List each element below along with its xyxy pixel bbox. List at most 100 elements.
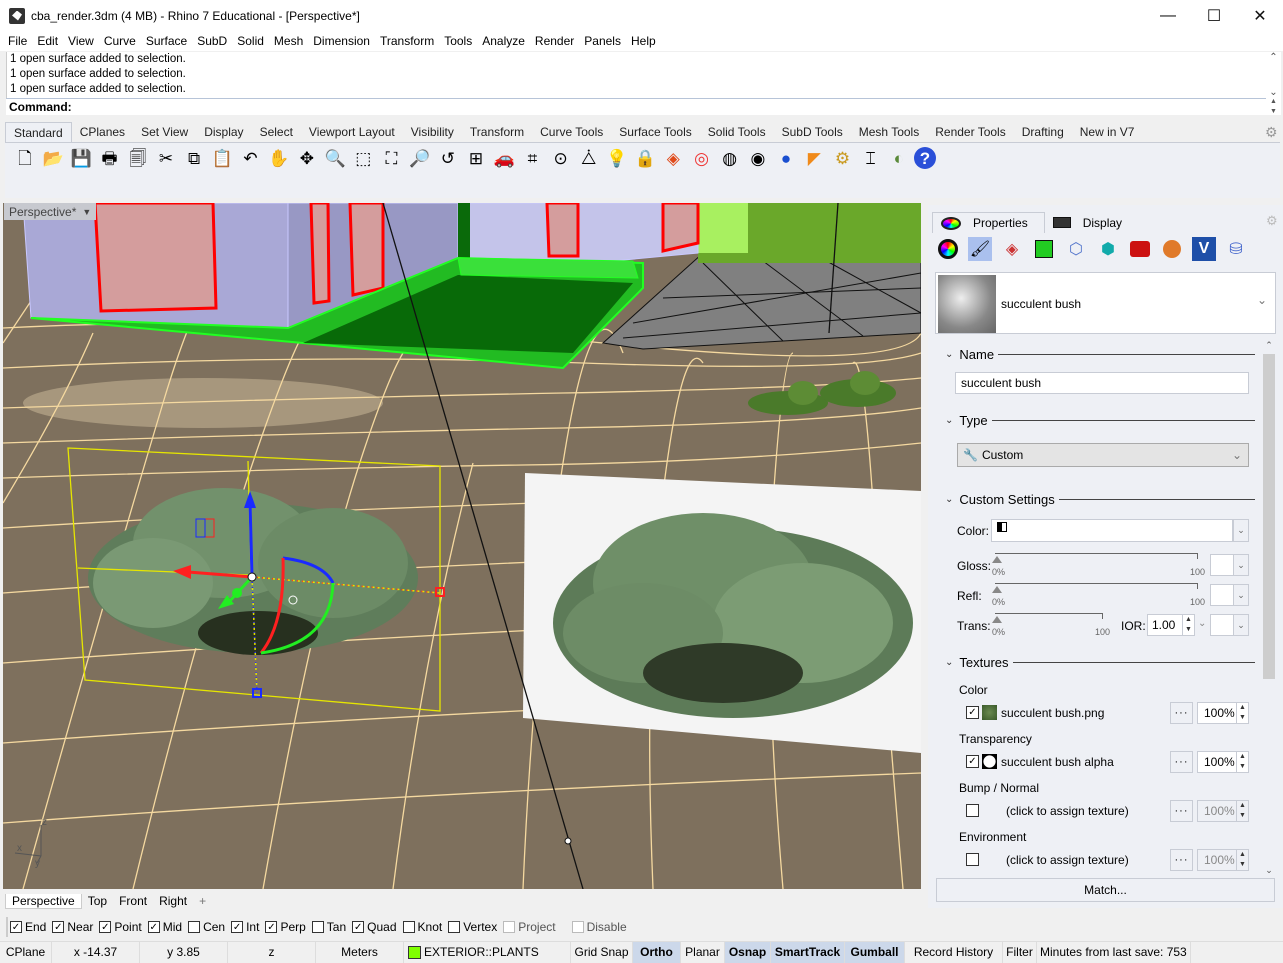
layer-icon[interactable]: ◈ bbox=[660, 146, 686, 170]
checkbox-unchecked-icon[interactable] bbox=[966, 853, 979, 866]
texture-name[interactable]: succulent bush.png bbox=[1001, 706, 1104, 720]
material-preview-selector[interactable]: succulent bush ⌄ bbox=[935, 272, 1276, 334]
osnap-cen[interactable]: Cen bbox=[188, 920, 225, 934]
texture-browse-button[interactable]: ··· bbox=[1170, 751, 1193, 773]
scroll-down-icon[interactable]: ⌄ bbox=[1262, 865, 1276, 876]
ior-spinner[interactable]: ▲ ▼ bbox=[1182, 615, 1194, 635]
color-swatch-field[interactable] bbox=[991, 519, 1233, 542]
display-mode-icon[interactable]: ◐ bbox=[886, 146, 912, 170]
viewport-tab-perspective[interactable]: Perspective bbox=[5, 893, 82, 909]
type-section-header[interactable]: ⌄ Type bbox=[945, 413, 1255, 428]
tab-solid-tools[interactable]: Solid Tools bbox=[700, 122, 774, 142]
import-icon[interactable]: 🗐 bbox=[125, 146, 151, 170]
lock-icon[interactable]: 🔒 bbox=[632, 146, 658, 170]
menu-analyze[interactable]: Analyze bbox=[477, 34, 530, 48]
cplane-indicator[interactable]: CPlane bbox=[0, 941, 52, 963]
new-icon[interactable]: 🗋 bbox=[12, 146, 38, 170]
menu-transform[interactable]: Transform bbox=[375, 34, 439, 48]
properties-objects-icon[interactable]: ⧊ bbox=[576, 146, 602, 170]
tab-render-tools[interactable]: Render Tools bbox=[927, 122, 1014, 142]
units-display[interactable]: Meters bbox=[316, 941, 404, 963]
checkbox-unchecked-icon[interactable] bbox=[966, 804, 979, 817]
menu-subd[interactable]: SubD bbox=[192, 34, 232, 48]
osnap-near[interactable]: ✓ Near bbox=[52, 920, 93, 934]
scroll-down-icon[interactable]: ⌄ bbox=[1269, 87, 1277, 98]
print-icon[interactable]: 🖶 bbox=[97, 146, 123, 170]
curve-piping-icon[interactable] bbox=[1160, 237, 1184, 261]
osnap-mid[interactable]: ✓ Mid bbox=[147, 920, 182, 934]
edge-softening-icon[interactable] bbox=[1128, 237, 1152, 261]
light-bulb-icon[interactable]: 💡 bbox=[604, 146, 630, 170]
checkbox-checked-icon[interactable]: ✓ bbox=[966, 755, 979, 768]
checkbox-checked-icon[interactable]: ✓ bbox=[52, 921, 65, 933]
zoom-extents-icon[interactable]: ⛶ bbox=[378, 146, 404, 170]
viewport-tab-top[interactable]: Top bbox=[82, 894, 113, 908]
tab-select[interactable]: Select bbox=[252, 122, 301, 142]
undo-view-icon[interactable]: ↺ bbox=[435, 146, 461, 170]
texture-amount-input[interactable]: 100% ▲ ▼ bbox=[1197, 702, 1249, 724]
scrollbar-thumb[interactable] bbox=[1263, 354, 1275, 679]
tab-cplanes[interactable]: CPlanes bbox=[72, 122, 133, 142]
gloss-dropdown-button[interactable]: ⌄ bbox=[1233, 554, 1249, 576]
material-name-input[interactable]: succulent bush bbox=[955, 372, 1249, 394]
toolbar-settings-gear-icon[interactable]: ⚙ bbox=[1265, 124, 1278, 141]
cut-icon[interactable]: ✂ bbox=[153, 146, 179, 170]
texture-browse-button[interactable]: ··· bbox=[1170, 800, 1193, 822]
osnap-knot[interactable]: Knot bbox=[402, 920, 442, 934]
slider-thumb[interactable] bbox=[992, 586, 1002, 593]
tab-viewport-layout[interactable]: Viewport Layout bbox=[301, 122, 403, 142]
checkbox-checked-icon[interactable]: ✓ bbox=[99, 921, 112, 933]
scroll-up-icon[interactable]: ⌃ bbox=[1262, 340, 1276, 351]
zoom-dynamic-icon[interactable]: 🔍 bbox=[322, 146, 348, 170]
minimize-button[interactable]: — bbox=[1145, 0, 1191, 31]
material-type-dropdown[interactable]: 🔧 Custom ⌄ bbox=[957, 443, 1249, 467]
osnap-int[interactable]: ✓ Int bbox=[231, 920, 259, 934]
checkbox-checked-icon[interactable]: ✓ bbox=[265, 921, 278, 933]
tab-visibility[interactable]: Visibility bbox=[403, 122, 462, 142]
viewport-title-tab[interactable]: Perspective* ▼ bbox=[4, 203, 97, 220]
toggle-grid-snap[interactable]: Grid Snap bbox=[571, 941, 633, 963]
amount-spinner[interactable]: ▲ ▼ bbox=[1236, 752, 1248, 772]
grid-options-icon[interactable]: ⌗ bbox=[519, 146, 545, 170]
save-icon[interactable]: 💾 bbox=[68, 146, 94, 170]
material-icon[interactable]: 🖌 bbox=[968, 237, 992, 261]
texture-name[interactable]: (click to assign texture) bbox=[1006, 804, 1129, 818]
chevron-down-icon[interactable]: ⌄ bbox=[945, 657, 953, 668]
layer-indicator[interactable]: EXTERIOR::PLANTS bbox=[404, 941, 571, 963]
open-icon[interactable]: 📂 bbox=[40, 146, 66, 170]
menu-solid[interactable]: Solid bbox=[232, 34, 269, 48]
toggle-smarttrack[interactable]: SmartTrack bbox=[771, 941, 845, 963]
panel-settings-gear-icon[interactable]: ⚙ bbox=[1266, 213, 1278, 229]
tab-drafting[interactable]: Drafting bbox=[1014, 122, 1072, 142]
textures-section-header[interactable]: ⌄ Textures bbox=[945, 655, 1255, 670]
command-spinner[interactable]: ▲ ▼ bbox=[1266, 98, 1281, 115]
texture-row[interactable]: ✓ succulent bush.png bbox=[966, 705, 1104, 720]
viewport-name[interactable]: Perspective* bbox=[9, 205, 76, 219]
checkbox-unchecked-icon[interactable] bbox=[188, 921, 201, 933]
osnap-project[interactable]: Project bbox=[503, 920, 556, 934]
trans-dropdown-button[interactable]: ⌄ bbox=[1233, 614, 1249, 636]
texture-row[interactable]: (click to assign texture) bbox=[966, 852, 1129, 867]
viewport-tab-right[interactable]: Right bbox=[153, 894, 193, 908]
tab-display-panel[interactable]: Display bbox=[1045, 212, 1138, 233]
tab-subd-tools[interactable]: SubD Tools bbox=[774, 122, 851, 142]
osnap-quad[interactable]: ✓ Quad bbox=[352, 920, 397, 934]
menu-mesh[interactable]: Mesh bbox=[269, 34, 308, 48]
chevron-down-icon[interactable]: ⌄ bbox=[945, 494, 953, 505]
texture-mapping-icon[interactable]: ◈ bbox=[1000, 237, 1024, 261]
checkbox-unchecked-icon[interactable] bbox=[503, 921, 516, 933]
osnap-tan[interactable]: Tan bbox=[311, 920, 346, 934]
pan-icon[interactable]: ✋ bbox=[266, 146, 292, 170]
car-icon[interactable]: 🚗 bbox=[491, 146, 517, 170]
toggle-record-history[interactable]: Record History bbox=[905, 941, 1003, 963]
menu-file[interactable]: File bbox=[3, 34, 32, 48]
paste-icon[interactable]: 📋 bbox=[209, 146, 235, 170]
vray-icon[interactable]: V bbox=[1192, 237, 1216, 261]
texture-row[interactable]: ✓ succulent bush alpha bbox=[966, 754, 1114, 769]
menu-edit[interactable]: Edit bbox=[32, 34, 63, 48]
tab-standard[interactable]: Standard bbox=[5, 122, 72, 142]
scroll-up-icon[interactable]: ⌃ bbox=[1269, 52, 1277, 63]
texture-row[interactable]: (click to assign texture) bbox=[966, 803, 1129, 818]
toggle-ortho[interactable]: Ortho bbox=[633, 941, 681, 963]
checkbox-unchecked-icon[interactable] bbox=[448, 921, 461, 933]
